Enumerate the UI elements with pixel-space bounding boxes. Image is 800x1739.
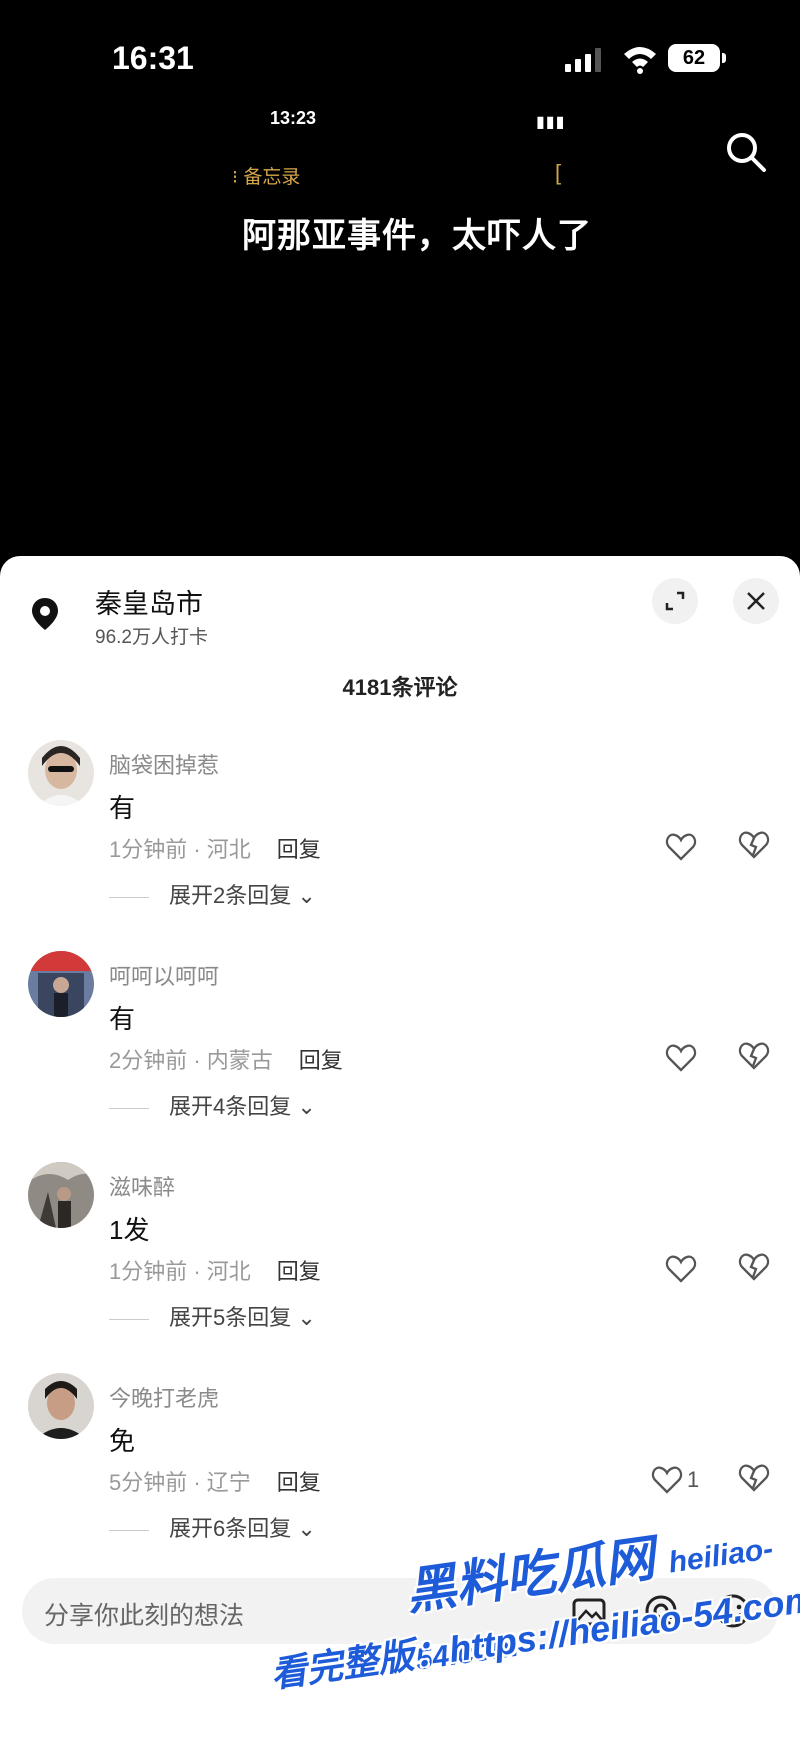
comment-text: 1发 (109, 1215, 150, 1245)
status-time: 16:31 (112, 40, 194, 76)
comment-username[interactable]: 呵呵以呵呵 (109, 959, 219, 991)
expand-icon (665, 591, 685, 611)
comment-meta: 5分钟前 · 辽宁 回复 (109, 1465, 321, 1497)
avatar[interactable] (28, 951, 94, 1017)
comment-text: 有 (109, 793, 136, 823)
like-button[interactable] (665, 830, 701, 864)
expand-button[interactable] (652, 578, 698, 624)
expand-replies[interactable]: 展开4条回复 ⌄ (109, 1089, 316, 1121)
memo-text: 备忘录 (243, 167, 301, 188)
video-inner-time: 13:23 (270, 108, 317, 128)
comment-meta: 2分钟前 · 内蒙古 回复 (109, 1043, 343, 1075)
cellular-signal-icon (565, 48, 601, 72)
close-button[interactable] (733, 578, 779, 624)
like-button[interactable]: 1 (651, 1463, 699, 1497)
comment-time-location: 1分钟前 · 河北 (109, 837, 251, 862)
close-icon (747, 592, 765, 610)
heart-icon (665, 1044, 697, 1072)
avatar[interactable] (28, 740, 94, 806)
expand-replies-label: 展开4条回复 (169, 1094, 292, 1119)
location-name[interactable]: 秦皇岛市 (95, 582, 203, 621)
reply-button[interactable]: 回复 (277, 837, 321, 862)
location-pin-icon (32, 598, 58, 630)
expand-replies-label: 展开6条回复 (169, 1516, 292, 1541)
video-memo-label: ⁝ 备忘录 (232, 167, 301, 188)
avatar[interactable] (28, 1162, 94, 1228)
comment-time-location: 2分钟前 · 内蒙古 (109, 1048, 273, 1073)
like-button[interactable] (665, 1252, 701, 1286)
chevron-down-icon: ⌄ (297, 1305, 316, 1330)
broken-heart-icon[interactable] (738, 1463, 770, 1493)
broken-heart-icon[interactable] (738, 1041, 770, 1071)
expand-replies-label: 展开2条回复 (169, 883, 292, 908)
reply-button[interactable]: 回复 (277, 1470, 321, 1495)
comment-item: 脑袋困掉惹 有 1分钟前 · 河北 回复 展开2条回复 ⌄ (0, 740, 800, 950)
comment-text: 有 (109, 1004, 136, 1034)
like-button[interactable] (665, 1041, 701, 1075)
comment-item: 滋味醉 1发 1分钟前 · 河北 回复 展开5条回复 ⌄ (0, 1162, 800, 1372)
expand-replies[interactable]: 展开6条回复 ⌄ (109, 1511, 316, 1543)
divider-line (109, 1318, 149, 1320)
comment-meta: 1分钟前 · 河北 回复 (109, 832, 321, 864)
search-icon[interactable] (722, 128, 770, 176)
divider-line (109, 1529, 149, 1531)
avatar[interactable] (28, 1373, 94, 1439)
video-area[interactable]: 16:31 62 13:23 ▮▮▮ ⁝ 备忘录 [ 阿那亚事件，太吓人了 (0, 0, 800, 560)
comment-time-location: 1分钟前 · 河北 (109, 1259, 251, 1284)
expand-replies[interactable]: 展开5条回复 ⌄ (109, 1300, 316, 1332)
chevron-down-icon: ⌄ (297, 1094, 316, 1119)
comment-username[interactable]: 脑袋困掉惹 (109, 748, 219, 780)
broken-heart-icon[interactable] (738, 1252, 770, 1282)
location-checkins: 96.2万人打卡 (95, 627, 208, 648)
comment-input-placeholder: 分享你此刻的想法 (44, 1602, 245, 1630)
heart-icon (665, 1255, 697, 1283)
status-bar: 16:31 62 (0, 0, 800, 110)
chevron-down-icon: ⌄ (297, 883, 316, 908)
reply-button[interactable]: 回复 (277, 1259, 321, 1284)
battery-indicator: 62 (668, 44, 726, 72)
divider-line (109, 1107, 149, 1109)
video-headline: 阿那亚事件，太吓人了 (242, 217, 592, 255)
comment-time-location: 5分钟前 · 辽宁 (109, 1470, 251, 1495)
reply-button[interactable]: 回复 (299, 1048, 343, 1073)
divider-line (109, 896, 149, 898)
video-memo-bracket: [ (555, 160, 562, 185)
heart-icon (665, 833, 697, 861)
comment-text: 免 (109, 1426, 136, 1456)
heart-icon (651, 1466, 683, 1494)
video-inner-signal-icon: ▮▮▮ (536, 114, 566, 131)
expand-replies-label: 展开5条回复 (169, 1305, 292, 1330)
comments-count: 4181条评论 (342, 675, 458, 700)
comment-meta: 1分钟前 · 河北 回复 (109, 1254, 321, 1286)
chevron-down-icon: ⌄ (297, 1516, 316, 1541)
comment-item: 呵呵以呵呵 有 2分钟前 · 内蒙古 回复 展开4条回复 ⌄ (0, 951, 800, 1161)
like-count: 1 (687, 1467, 700, 1492)
comment-username[interactable]: 今晚打老虎 (109, 1381, 219, 1413)
expand-replies[interactable]: 展开2条回复 ⌄ (109, 878, 316, 910)
wifi-icon (624, 47, 656, 74)
comment-username[interactable]: 滋味醉 (109, 1170, 175, 1202)
broken-heart-icon[interactable] (738, 830, 770, 860)
